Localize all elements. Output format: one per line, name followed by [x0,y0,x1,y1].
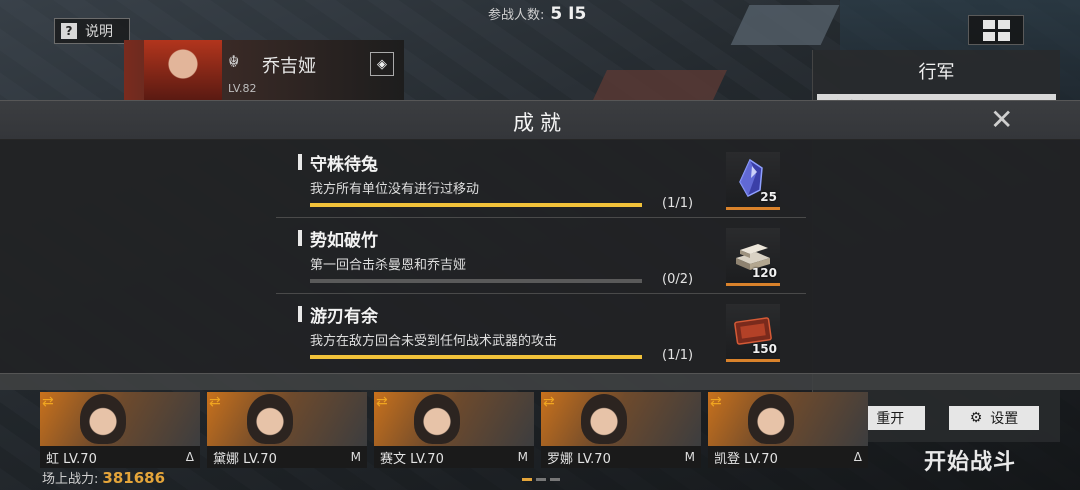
reward-item[interactable]: 25 [726,152,780,210]
faction-icon: ☬ [228,52,240,71]
unit-card[interactable]: ⇄ 凯登 LV.70 Δ [708,392,868,468]
achievement-row: 守株待兔 我方所有单位没有进行过移动 (1/1) 25 [276,142,806,218]
unit-portrait [247,394,293,444]
help-label: 说明 [85,24,113,40]
swap-icon[interactable]: ⇄ [376,394,388,410]
commander-level: LV.82 [228,82,257,95]
participants-value: 5 I5 [550,4,587,24]
achievements-body: 守株待兔 我方所有单位没有进行过移动 (1/1) 25 势如破竹 第一回合击杀曼… [0,140,1080,374]
reward-item[interactable]: 120 [726,228,780,286]
squad-bar: ⇄ 虹 LV.70 Δ ⇄ 黛娜 LV.70 M ⇄ 赛文 LV.70 M ⇄ 罗娜 … [40,392,910,468]
achievement-count: (0/2) [662,272,694,287]
achievement-progress-bar [310,279,642,283]
achievement-desc: 我方所有单位没有进行过移动 [310,182,480,197]
unit-card[interactable]: ⇄ 虹 LV.70 Δ [40,392,200,468]
unit-portrait [414,394,460,444]
commander-portrait [144,40,222,100]
reward-quantity: 25 [760,190,777,204]
help-button[interactable]: ? 说明 [54,18,130,44]
unit-name: 赛文 LV.70 [380,451,444,467]
progress-fill [310,355,642,359]
unit-class-icon: Δ [185,450,194,464]
unit-portrait [748,394,794,444]
unit-portrait [80,394,126,444]
start-battle-button[interactable]: 开始战斗 [924,444,1016,476]
achievement-desc: 第一回合击杀曼恩和乔吉娅 [310,258,467,273]
squad-power: 场上战力: 381686 [42,468,165,487]
achievement-row: 游刃有余 我方在敌方回合未受到任何战术武器的攻击 (1/1) 150 [276,294,806,370]
unit-name: 虹 LV.70 [46,451,97,467]
swap-icon[interactable]: ⇄ [209,394,221,410]
close-icon[interactable]: ✕ [990,105,1013,135]
map-container-prop [730,5,840,45]
unit-name: 罗娜 LV.70 [547,451,611,467]
achievement-row: 势如破竹 第一回合击杀曼恩和乔吉娅 (0/2) 120 [276,218,806,294]
achievement-progress-bar [310,355,642,359]
settings-label: 设置 [990,411,1019,427]
participants-counter: 参战人数: 5 I5 [488,4,586,24]
layers-icon[interactable]: ◈ [370,52,394,76]
swap-icon[interactable]: ⇄ [543,394,555,410]
unit-name: 凯登 LV.70 [714,451,778,467]
achievement-count: (1/1) [662,348,694,363]
gear-icon: ⚙ [969,410,983,426]
march-title: 行军 [918,62,955,83]
reward-quantity: 120 [751,266,777,280]
unit-portrait [581,394,627,444]
unit-card[interactable]: ⇄ 黛娜 LV.70 M [207,392,367,468]
grid-icon [982,19,995,29]
commander-name: 乔吉娅 [262,56,316,77]
swap-icon[interactable]: ⇄ [42,394,54,410]
unit-card[interactable]: ⇄ 罗娜 LV.70 M [541,392,701,468]
power-value: 381686 [102,469,166,487]
achievement-progress-bar [310,203,642,207]
map-container-prop [593,70,727,100]
achievement-name: 守株待兔 [310,155,378,175]
unit-class-icon: M [684,450,695,464]
settings-button[interactable]: ⚙ 设置 [949,406,1039,430]
unit-class-icon: Δ [853,450,862,464]
participants-label: 参战人数: [488,8,545,23]
achievements-header: 成就 ✕ [0,100,1080,140]
unit-name: 黛娜 LV.70 [213,451,277,467]
swap-icon[interactable]: ⇄ [710,394,722,410]
achievement-name: 势如破竹 [310,231,378,251]
unit-class-icon: M [350,450,361,464]
achievement-count: (1/1) [662,196,694,211]
power-label: 场上战力: [42,472,99,487]
map-grid-button[interactable] [968,15,1024,45]
page-indicator [522,478,560,481]
commander-card[interactable]: ☬ 乔吉娅 LV.82 ◈ [124,40,404,100]
achievement-name: 游刃有余 [310,307,378,327]
help-icon: ? [61,23,77,39]
unit-class-icon: M [517,450,528,464]
reward-quantity: 150 [751,342,777,356]
modal-footer-strip [0,374,1080,390]
unit-card[interactable]: ⇄ 赛文 LV.70 M [374,392,534,468]
achievements-title: 成就 [513,111,567,135]
progress-fill [310,203,642,207]
reward-item[interactable]: 150 [726,304,780,362]
achievement-desc: 我方在敌方回合未受到任何战术武器的攻击 [310,334,558,349]
